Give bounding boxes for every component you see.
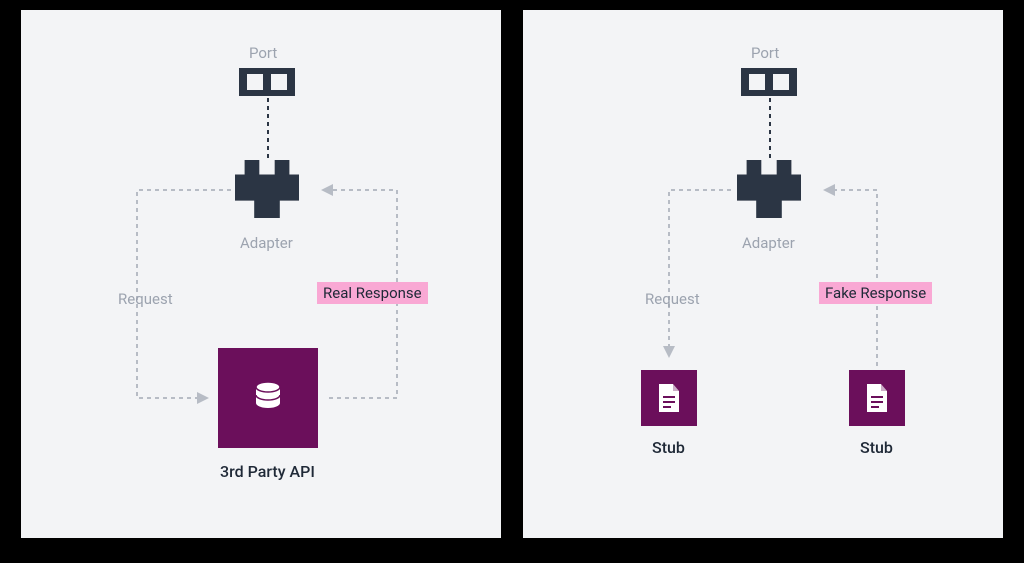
document-icon [657,384,681,412]
connector-port-adapter [769,98,771,158]
stub-label-1: Stub [652,438,685,457]
document-icon [865,384,889,412]
api-box [218,348,318,448]
adapter-icon [737,160,801,218]
diagram-canvas: Port Adapter Request R [10,10,1014,553]
panel-stubs: Port Adapter Request Fake R [523,10,1003,538]
adapter-icon [235,160,299,218]
database-icon [252,381,284,415]
stub-box-2 [849,370,905,426]
adapter-label: Adapter [742,234,795,252]
request-label: Request [645,290,700,308]
response-highlight: Fake Response [819,282,932,304]
arrow-request [663,188,743,368]
adapter-label: Adapter [240,234,293,252]
port-icon [741,68,797,96]
port-label: Port [751,44,779,62]
response-highlight: Real Response [317,282,428,304]
port-icon [239,68,295,96]
stub-box-1 [641,370,697,426]
request-label: Request [118,290,173,308]
arrow-response [811,186,891,371]
stub-label-2: Stub [860,438,893,457]
connector-port-adapter [267,98,269,158]
panel-real-api: Port Adapter Request R [21,10,501,538]
port-label: Port [249,44,277,62]
api-label: 3rd Party API [220,462,315,481]
